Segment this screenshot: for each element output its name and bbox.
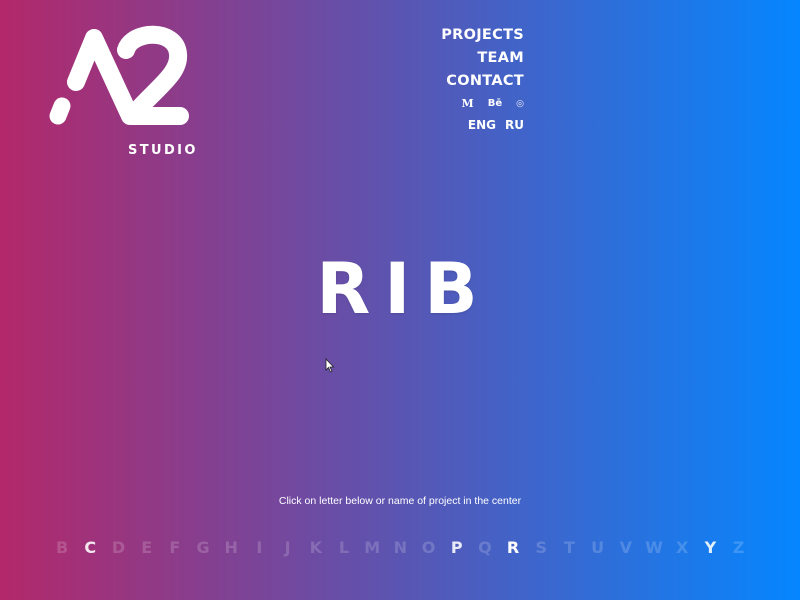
a2-logo-icon[interactable]: [46, 24, 191, 134]
letter-j[interactable]: J: [274, 538, 302, 557]
letter-t[interactable]: T: [555, 538, 583, 557]
letter-h[interactable]: H: [217, 538, 245, 557]
language-switcher: ENG RU: [468, 118, 524, 132]
project-name[interactable]: RIB: [0, 248, 800, 330]
lang-ru[interactable]: RU: [505, 118, 524, 132]
nav-team[interactable]: TEAM: [441, 47, 524, 70]
letter-x[interactable]: X: [668, 538, 696, 557]
mouse-cursor-icon: [325, 358, 335, 373]
social-links: M Bē ◎: [462, 97, 524, 110]
letter-u[interactable]: U: [584, 538, 612, 557]
letter-e[interactable]: E: [133, 538, 161, 557]
letter-o[interactable]: O: [414, 538, 442, 557]
letter-w[interactable]: W: [640, 538, 668, 557]
alphabet-nav: B C D E F G H I J K L M N O P Q R S T U …: [48, 538, 753, 557]
letter-m[interactable]: M: [358, 538, 386, 557]
lang-eng[interactable]: ENG: [468, 118, 496, 132]
nav-projects[interactable]: PROJECTS: [441, 24, 524, 47]
behance-icon[interactable]: Bē: [488, 98, 502, 109]
main-nav: PROJECTS TEAM CONTACT: [441, 24, 524, 93]
medium-icon[interactable]: M: [462, 97, 474, 110]
letter-z[interactable]: Z: [725, 538, 753, 557]
letter-c[interactable]: C: [76, 538, 104, 557]
letter-q[interactable]: Q: [471, 538, 499, 557]
dribbble-icon[interactable]: ◎: [516, 99, 524, 109]
letter-y[interactable]: Y: [696, 538, 724, 557]
letter-l[interactable]: L: [330, 538, 358, 557]
nav-contact[interactable]: CONTACT: [441, 70, 524, 93]
letter-v[interactable]: V: [612, 538, 640, 557]
letter-b[interactable]: B: [48, 538, 76, 557]
letter-p[interactable]: P: [443, 538, 471, 557]
letter-d[interactable]: D: [104, 538, 132, 557]
letter-g[interactable]: G: [189, 538, 217, 557]
letter-r[interactable]: R: [499, 538, 527, 557]
letter-i[interactable]: I: [245, 538, 273, 557]
letter-s[interactable]: S: [527, 538, 555, 557]
letter-f[interactable]: F: [161, 538, 189, 557]
hint-text: Click on letter below or name of project…: [278, 495, 522, 507]
studio-label: STUDIO: [128, 143, 198, 158]
letter-k[interactable]: K: [302, 538, 330, 557]
letter-n[interactable]: N: [386, 538, 414, 557]
